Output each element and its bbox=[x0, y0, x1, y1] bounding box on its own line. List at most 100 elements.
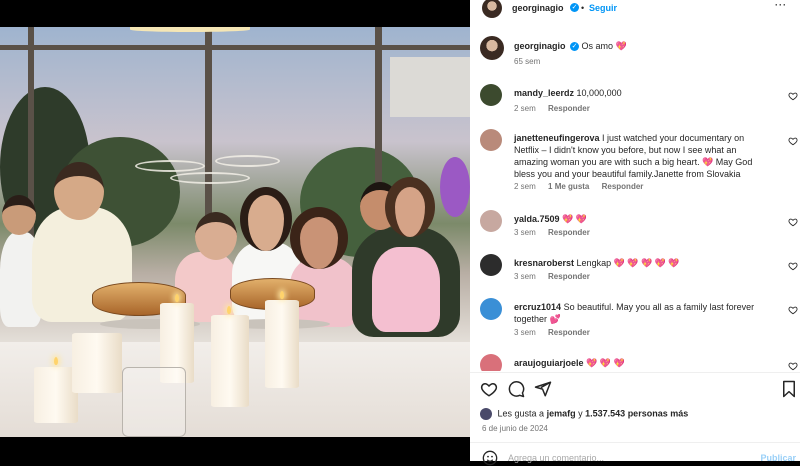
comment-time: 2 sem bbox=[514, 182, 536, 191]
comment-username[interactable]: janetteneufingerova bbox=[514, 133, 600, 143]
owner-avatar[interactable] bbox=[480, 36, 504, 60]
child-head bbox=[195, 212, 237, 260]
likes-middle: y bbox=[578, 408, 583, 419]
post-modal: georginagio ✓ • Seguir ··· georginagio ✓… bbox=[0, 0, 800, 466]
comment-input[interactable]: Agrega un comentario... bbox=[508, 453, 604, 463]
candle-flame bbox=[280, 291, 284, 299]
candle-flame bbox=[175, 294, 179, 302]
owner-avatar[interactable] bbox=[482, 0, 502, 18]
comment-body: araujoguiarjoele 💖 💖 💖 bbox=[514, 357, 769, 369]
share-icon[interactable] bbox=[534, 380, 552, 398]
comment-username[interactable]: mandy_leerdz bbox=[514, 88, 574, 98]
caption-time: 65 sem bbox=[514, 57, 541, 66]
child-head bbox=[290, 207, 348, 269]
follow-button[interactable]: Seguir bbox=[589, 3, 617, 13]
comment-like-icon[interactable] bbox=[788, 261, 798, 271]
candle-flame bbox=[227, 306, 231, 314]
comment-meta: 3 sem Responder bbox=[514, 328, 600, 337]
ceiling-light bbox=[130, 27, 250, 32]
comment-username[interactable]: araujoguiarjoele bbox=[514, 358, 584, 368]
glass-vase bbox=[122, 367, 186, 437]
candle-flame bbox=[54, 357, 58, 365]
building bbox=[390, 57, 470, 117]
toddler-figure bbox=[372, 247, 440, 332]
save-icon[interactable] bbox=[780, 380, 798, 398]
comment-like-icon[interactable] bbox=[788, 136, 798, 146]
comment-body: ercruz1014 So beautiful. May you all as … bbox=[514, 301, 769, 325]
mother-head bbox=[240, 187, 292, 251]
child-head bbox=[2, 195, 36, 235]
comment-item: ercruz1014 So beautiful. May you all as … bbox=[480, 296, 798, 344]
comment-time: 3 sem bbox=[514, 228, 536, 237]
comment-item: araujoguiarjoele 💖 💖 💖 bbox=[480, 352, 798, 371]
comment-time: 3 sem bbox=[514, 328, 536, 337]
likes-count[interactable]: 1.537.543 bbox=[585, 408, 625, 418]
comment-item: mandy_leerdz 10,000,000 2 sem Responder bbox=[480, 82, 798, 122]
comment-item: kresnaroberst Lengkap 💖 💖 💖 💖 💖 3 sem Re… bbox=[480, 252, 798, 288]
likes-prefix: Les gusta a bbox=[497, 408, 545, 419]
candle bbox=[72, 333, 122, 393]
ceiling-lamp bbox=[215, 155, 280, 167]
comment-body: mandy_leerdz 10,000,000 bbox=[514, 87, 769, 99]
comment-username[interactable]: ercruz1014 bbox=[514, 302, 561, 312]
post-header: georginagio ✓ • Seguir ··· bbox=[470, 0, 800, 20]
purple-plant bbox=[440, 157, 470, 217]
window-frame bbox=[0, 45, 470, 50]
post-date: 6 de junio de 2024 bbox=[482, 424, 548, 433]
add-comment-bar: Agrega un comentario... Publicar bbox=[470, 442, 800, 466]
comment-meta: 3 sem Responder bbox=[514, 272, 600, 281]
caption-text: Os amo bbox=[581, 41, 614, 51]
post-side-panel: georginagio ✓ • Seguir ··· georginagio ✓… bbox=[470, 0, 800, 466]
like-icon[interactable] bbox=[480, 380, 498, 398]
more-options-icon[interactable]: ··· bbox=[775, 0, 787, 10]
comment-like-icon[interactable] bbox=[788, 305, 798, 315]
comment-time: 3 sem bbox=[514, 272, 536, 281]
reply-button[interactable]: Responder bbox=[548, 272, 590, 281]
comments-list[interactable]: mandy_leerdz 10,000,000 2 sem Responder … bbox=[470, 78, 800, 371]
likes-summary[interactable]: Les gusta a jemafg y 1.537.543 personas … bbox=[480, 408, 688, 420]
commenter-avatar[interactable] bbox=[480, 254, 502, 276]
comment-username[interactable]: kresnaroberst bbox=[514, 258, 574, 268]
dot-separator: • bbox=[581, 3, 585, 13]
toddler-head bbox=[385, 177, 435, 237]
comment-text: 10,000,000 bbox=[576, 88, 622, 98]
comment-likes-count[interactable]: 1 Me gusta bbox=[548, 182, 589, 191]
comment-time: 2 sem bbox=[514, 104, 536, 113]
comment-text: 💖 💖 💖 bbox=[586, 358, 625, 368]
commenter-avatar[interactable] bbox=[480, 354, 502, 371]
child-head bbox=[54, 162, 104, 220]
commenter-avatar[interactable] bbox=[480, 210, 502, 232]
comment-like-icon[interactable] bbox=[788, 361, 798, 371]
comment-like-icon[interactable] bbox=[788, 91, 798, 101]
publish-button[interactable]: Publicar bbox=[760, 453, 796, 463]
comment-meta: 2 sem Responder bbox=[514, 104, 600, 113]
comment-icon[interactable] bbox=[507, 380, 525, 398]
owner-username[interactable]: georginagio bbox=[512, 3, 564, 13]
post-photo[interactable] bbox=[0, 27, 470, 437]
commenter-avatar[interactable] bbox=[480, 129, 502, 151]
likes-suffix[interactable]: personas más bbox=[628, 408, 689, 418]
comment-username[interactable]: yalda.7509 bbox=[514, 214, 560, 224]
comment-body: yalda.7509 💖 💖 bbox=[514, 213, 769, 225]
commenter-avatar[interactable] bbox=[480, 298, 502, 320]
caption-username[interactable]: georginagio bbox=[514, 41, 566, 51]
candle bbox=[265, 300, 299, 388]
reply-button[interactable]: Responder bbox=[548, 104, 590, 113]
caption-emoji: 💖 bbox=[615, 41, 627, 51]
comment-item: janetteneufingerova I just watched your … bbox=[480, 127, 798, 199]
verified-badge-icon: ✓ bbox=[570, 42, 580, 52]
post-actions bbox=[470, 372, 800, 406]
comment-meta: 3 sem Responder bbox=[514, 228, 600, 237]
comment-body: janetteneufingerova I just watched your … bbox=[514, 132, 769, 180]
candle bbox=[211, 315, 249, 407]
reply-button[interactable]: Responder bbox=[548, 328, 590, 337]
verified-badge-icon: ✓ bbox=[570, 3, 579, 12]
commenter-avatar[interactable] bbox=[480, 84, 502, 106]
reply-button[interactable]: Responder bbox=[602, 182, 644, 191]
likes-user[interactable]: jemafg bbox=[547, 408, 576, 418]
reply-button[interactable]: Responder bbox=[548, 228, 590, 237]
comment-like-icon[interactable] bbox=[788, 217, 798, 227]
ceiling-lamp bbox=[135, 160, 205, 172]
emoji-icon[interactable] bbox=[482, 450, 498, 466]
comment-item: yalda.7509 💖 💖 3 sem Responder bbox=[480, 208, 798, 244]
